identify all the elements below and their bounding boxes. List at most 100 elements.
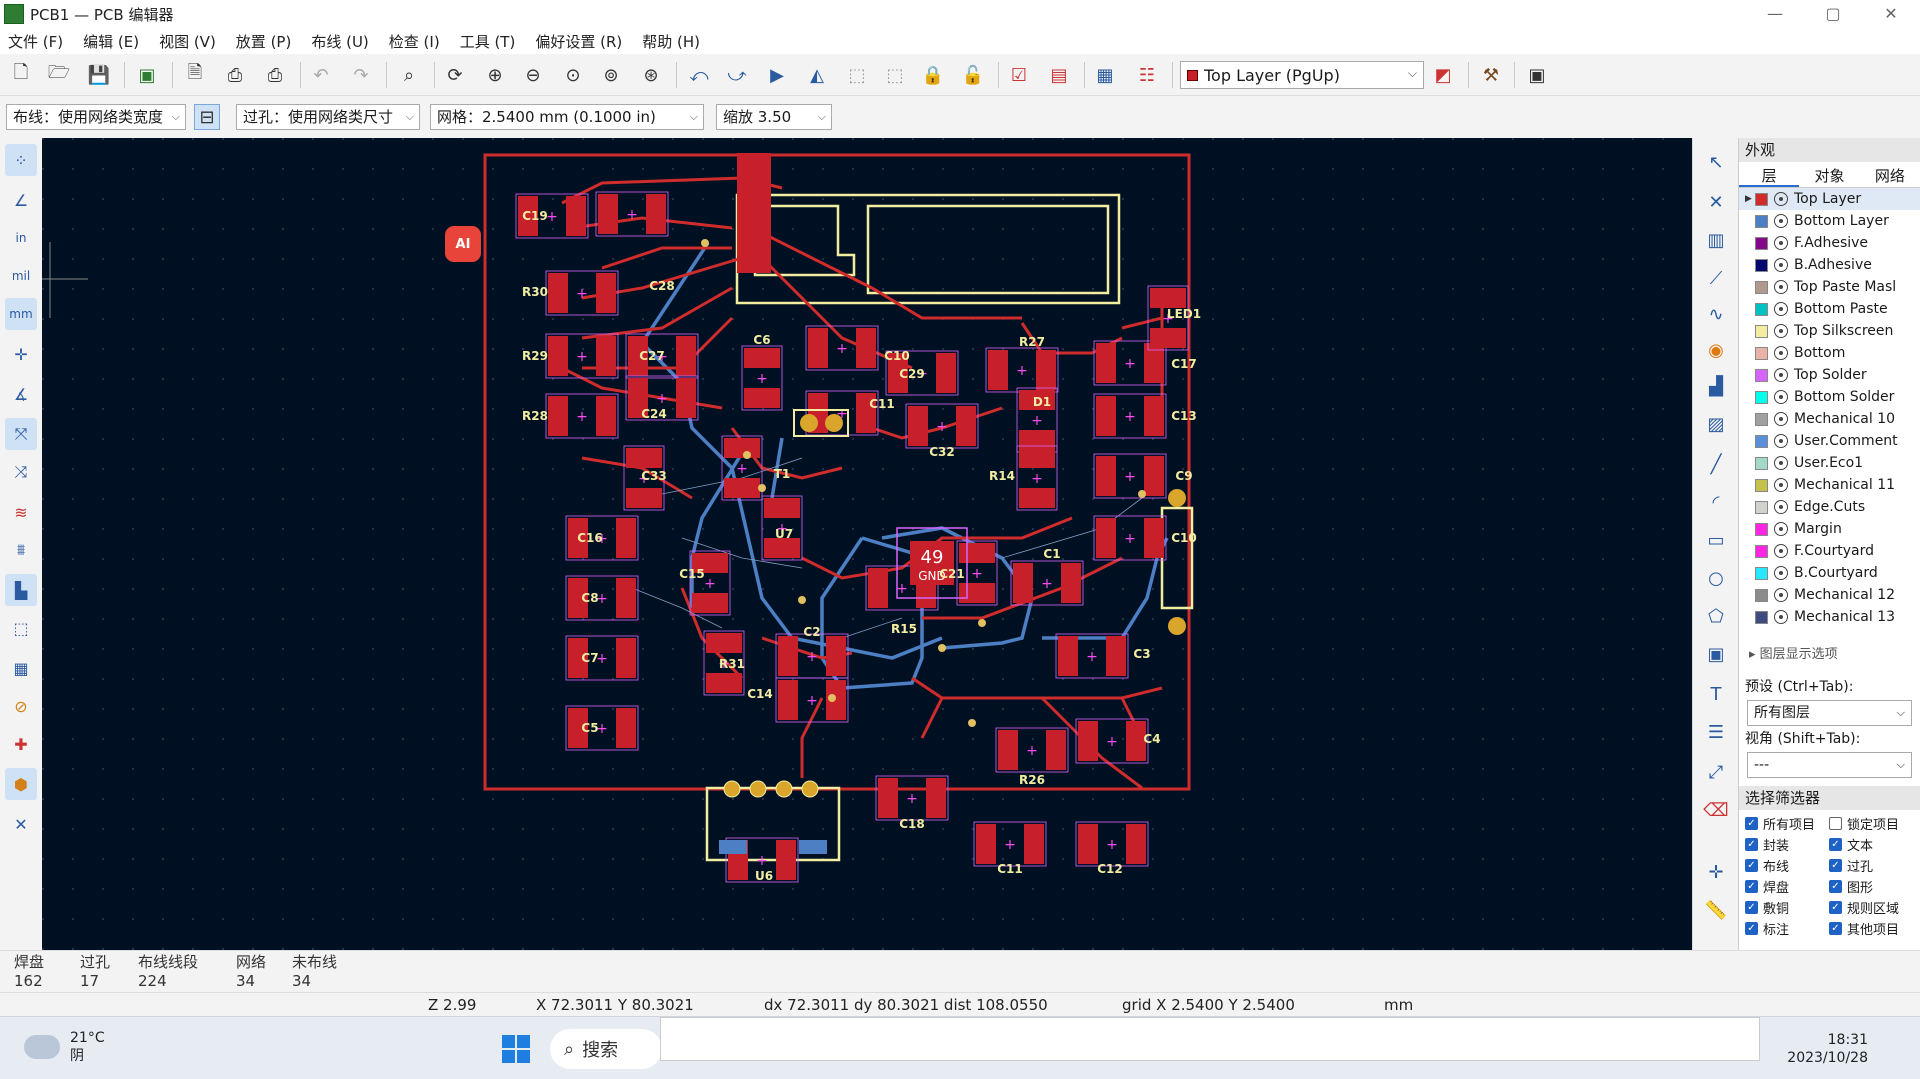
pad[interactable] <box>616 638 636 678</box>
find-icon[interactable]: ⌕ <box>396 62 422 88</box>
menu-file[interactable]: 文件 (F) <box>8 31 63 52</box>
system-clock[interactable]: 18:31 2023/10/28 <box>1787 1031 1868 1067</box>
filter-item[interactable]: ✓ 焊盘 <box>1745 877 1829 896</box>
pad[interactable] <box>646 194 666 234</box>
preset-select[interactable]: 所有图层 ⌵ <box>1747 700 1912 726</box>
pad[interactable] <box>868 568 888 608</box>
layer-manager-icon[interactable]: ⬢ <box>5 768 37 800</box>
filter-item[interactable]: ✓ 所有项目 <box>1745 814 1829 833</box>
checkbox[interactable]: ✓ <box>1829 901 1842 914</box>
layer-row[interactable]: F.Adhesive <box>1739 232 1920 254</box>
measure-icon[interactable]: 📏 <box>1700 894 1732 926</box>
pad[interactable] <box>1058 636 1078 676</box>
eye-icon[interactable] <box>1774 346 1788 360</box>
pad[interactable] <box>566 196 586 236</box>
pad[interactable] <box>616 578 636 618</box>
eye-icon[interactable] <box>1774 456 1788 470</box>
filter-item[interactable]: ✓ 规则区域 <box>1829 898 1913 917</box>
ratsnest-angle-icon[interactable]: ∡ <box>5 378 37 410</box>
layer-row[interactable]: ▶ Top Layer <box>1739 188 1920 210</box>
filter-item[interactable]: 锁定项目 <box>1829 814 1913 833</box>
minimize-button[interactable]: — <box>1746 0 1804 28</box>
filter-item[interactable]: ✓ 标注 <box>1745 919 1829 938</box>
zone-outline-icon[interactable]: ⩩ <box>5 534 37 566</box>
print-icon[interactable]: ⎙ <box>222 62 248 88</box>
pad[interactable] <box>956 406 976 446</box>
add-footprint-icon[interactable]: ▥ <box>1700 224 1732 256</box>
eye-icon[interactable] <box>1774 192 1788 206</box>
layer-row[interactable]: B.Adhesive <box>1739 254 1920 276</box>
draw-arc-icon[interactable]: ◜ <box>1700 486 1732 518</box>
checkbox[interactable]: ✓ <box>1745 817 1758 830</box>
pad[interactable] <box>1144 343 1164 383</box>
layer-row[interactable]: Top Paste Masl <box>1739 276 1920 298</box>
pad-fill-icon[interactable]: ▙ <box>5 574 37 606</box>
undo-icon[interactable]: ↶ <box>308 62 334 88</box>
via-size-select[interactable]: 过孔：使用网络类尺寸 ⌵ <box>236 104 420 130</box>
filter-item[interactable]: ✓ 过孔 <box>1829 856 1913 875</box>
pad[interactable] <box>1144 518 1164 558</box>
pad[interactable] <box>1036 350 1056 390</box>
layer-row[interactable]: Bottom Paste <box>1739 298 1920 320</box>
track-fill-icon[interactable]: ▦ <box>5 652 37 684</box>
plot-icon[interactable]: ⎙ <box>262 62 288 88</box>
cursor-shape-icon[interactable]: ✛ <box>5 338 37 370</box>
pad[interactable] <box>626 488 662 508</box>
weather-widget[interactable]: 21°C 阴 <box>24 1029 105 1065</box>
layer-row[interactable]: Mechanical 13 <box>1739 606 1920 628</box>
layer-color-swatch[interactable] <box>1755 610 1768 624</box>
pad[interactable] <box>764 538 800 558</box>
local-ratsnest-icon[interactable]: ✕ <box>1700 186 1732 218</box>
layer-display-options[interactable]: ▸ 图层显示选项 <box>1739 644 1920 666</box>
rotate-cw-icon[interactable]: ⤻ <box>724 62 750 88</box>
windows-start-icon[interactable] <box>502 1035 530 1063</box>
layer-color-swatch[interactable] <box>1755 566 1768 580</box>
open-icon[interactable]: 🗁 <box>46 62 72 88</box>
select-icon[interactable]: ↖ <box>1700 146 1732 178</box>
flip-icon[interactable]: ▶ <box>764 62 790 88</box>
filter-item[interactable]: ✓ 文本 <box>1829 835 1913 854</box>
page-settings-icon[interactable]: 🗎 <box>182 62 208 88</box>
erc-check-icon[interactable]: ☷ <box>1134 62 1160 88</box>
pad[interactable] <box>744 388 780 408</box>
pad[interactable] <box>808 328 828 368</box>
eye-icon[interactable] <box>1774 280 1788 294</box>
tab-nets[interactable]: 网络 <box>1860 164 1920 187</box>
pad[interactable] <box>1024 824 1044 864</box>
pad[interactable] <box>959 543 995 563</box>
pad[interactable] <box>1046 730 1066 770</box>
layer-row[interactable]: Top Silkscreen <box>1739 320 1920 342</box>
zoom-fit-icon[interactable]: ⊙ <box>560 62 586 88</box>
pad[interactable] <box>1096 396 1116 436</box>
set-origin-icon[interactable]: ✛ <box>1700 856 1732 888</box>
filter-item[interactable]: ✓ 封装 <box>1745 835 1829 854</box>
new-board-icon[interactable]: 🗋 <box>8 62 34 88</box>
add-via-icon[interactable]: ◉ <box>1700 334 1732 366</box>
pad[interactable] <box>616 518 636 558</box>
pad[interactable] <box>1019 488 1055 508</box>
curved-ratsnest-icon[interactable]: ⤨ <box>5 456 37 488</box>
pad[interactable] <box>959 583 995 603</box>
layer-color-swatch[interactable] <box>1755 302 1768 316</box>
eye-icon[interactable] <box>1774 610 1788 624</box>
menu-inspect[interactable]: 检查 (I) <box>389 31 440 52</box>
ungroup-icon[interactable]: ⬚ <box>882 62 908 88</box>
add-dimension-icon[interactable]: ⤢ <box>1700 756 1732 788</box>
eye-icon[interactable] <box>1774 522 1788 536</box>
auto-track-width-icon[interactable]: ⊟ <box>194 104 220 130</box>
pad[interactable] <box>778 636 798 676</box>
layer-row[interactable]: Mechanical 12 <box>1739 584 1920 606</box>
pad[interactable] <box>856 328 876 368</box>
layer-color-swatch[interactable] <box>1755 412 1768 426</box>
units-mm-icon[interactable]: mm <box>5 298 37 330</box>
draw-polygon-icon[interactable]: ⬠ <box>1700 600 1732 632</box>
layer-pair-icon[interactable]: ◩ <box>1430 62 1456 88</box>
tab-layers[interactable]: 层 <box>1739 164 1800 187</box>
pad[interactable] <box>692 593 728 613</box>
draw-rect-icon[interactable]: ▭ <box>1700 524 1732 556</box>
pad[interactable] <box>926 778 946 818</box>
zoom-objects-icon[interactable]: ⊚ <box>598 62 624 88</box>
zoom-selection-icon[interactable]: ⊛ <box>638 62 664 88</box>
pad[interactable] <box>598 194 618 234</box>
grid-toggle-icon[interactable]: ⁘ <box>5 144 37 176</box>
